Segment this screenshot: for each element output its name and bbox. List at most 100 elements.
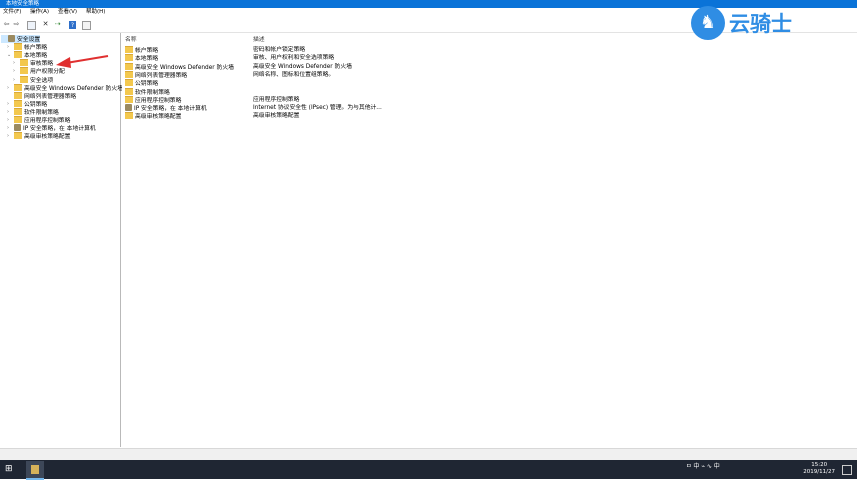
list-item-name: 本地策略 [135,56,159,63]
menu-help[interactable]: 帮助(H) [86,8,105,17]
tree-item[interactable]: › 安全选项 [13,75,54,84]
tree-item[interactable]: › 软件限制策略 [7,107,59,116]
list-item[interactable]: 高级审核策略配置 高级审核策略配置 [122,112,722,120]
list-item-description: 网络名称、图标和位置组策略。 [253,71,335,78]
taskbar: ⊞ ㅁ 中 ⌁ ∿ 中 15:20 2019/11/27 [0,460,857,480]
list-item[interactable]: 网络列表管理器策略 网络名称、图标和位置组策略。 [122,70,722,79]
list-item-name: IP 安全策略，在 本地计算机 [134,106,207,113]
clock-time: 15:20 [811,462,828,468]
notification-icon[interactable] [842,465,852,475]
chevron-right-icon[interactable]: › [13,67,20,75]
watermark-text: 云骑士 [729,12,792,36]
folder-icon [20,59,28,67]
tree-item[interactable]: › 审核策略 [13,59,53,67]
details-pane: 名称 描述 帐户策略 密码和帐户锁定策略 本地策略 审核、用户权利和安全选项策略 高级安… [122,33,857,447]
export-list-icon[interactable]: ⇢ [53,20,62,29]
list-item[interactable]: 本地策略 审核、用户权利和安全选项策略 [122,54,722,62]
taskbar-local-security-policy[interactable] [26,461,44,480]
list-item[interactable]: IP 安全策略，在 本地计算机 Internet 协议安全性 (IPsec) 管理… [122,104,722,112]
folder-icon [14,116,22,123]
list-item[interactable]: 应用程序控制策略 应用程序控制策略 [122,95,722,104]
column-header-description[interactable]: 描述 [253,36,265,44]
security-policy-icon [31,465,39,474]
column-header-name[interactable]: 名称 [125,36,137,44]
folder-icon [14,91,22,99]
tree-item[interactable]: › 高级安全 Windows Defender 防火墙 [7,83,123,92]
forward-icon[interactable]: ⇨ [12,20,21,29]
folder-icon [125,79,133,87]
folder-icon [14,83,22,91]
chevron-down-icon[interactable]: ⌄ [7,51,14,59]
list-item-description: 高级审核策略配置 [253,113,300,120]
menu-view[interactable]: 查看(V) [58,8,77,17]
list-item-name: 网络列表管理器策略 [135,72,188,79]
list-item-name: 高级审核策略配置 [135,114,182,121]
list-item-name: 软件限制策略 [135,89,170,96]
tree-item-label: 安全设置 [17,37,41,43]
list-item-description: 高级安全 Windows Defender 防火墙 [253,63,352,70]
chevron-right-icon[interactable]: › [7,108,14,116]
policy-icon [8,35,15,42]
menu-file[interactable]: 文件(F) [3,8,21,17]
list-item-name: 公钥策略 [135,81,159,88]
back-icon[interactable]: ⇦ [2,20,11,29]
tree-item-label: 审核策略 [30,61,54,68]
watermark: ♞ 云骑士 [691,4,841,44]
list-item[interactable]: 高级安全 Windows Defender 防火墙 高级安全 Windows De… [122,62,722,71]
tree-item-label: 网络列表管理器策略 [24,93,77,100]
help-icon[interactable]: ? [69,21,76,29]
list-item[interactable]: 软件限制策略 [122,87,722,96]
chevron-right-icon[interactable]: › [7,124,14,132]
tree-item[interactable]: › 公钥策略 [7,99,48,108]
list-item-name: 帐户策略 [135,48,159,54]
menu-action[interactable]: 操作(A) [30,8,49,17]
list-item[interactable]: 帐户策略 密码和帐户锁定策略 [122,46,722,54]
list-item-name: 高级安全 Windows Defender 防火墙 [135,64,234,71]
folder-icon [125,62,133,70]
clock[interactable]: 15:20 2019/11/27 [803,462,835,476]
tree-item[interactable]: 安全设置 [1,35,41,43]
tree-item[interactable]: › 用户权限分配 [13,67,65,75]
list-item[interactable]: 公钥策略 [122,79,722,87]
chevron-right-icon[interactable]: › [7,84,14,92]
chevron-right-icon[interactable]: › [13,76,20,84]
tree-item-label: 用户权限分配 [30,69,65,76]
folder-icon [125,70,133,78]
list-item-description: 应用程序控制策略 [253,96,300,103]
list-item-description: Internet 协议安全性 (IPsec) 管理。为与其他计... [253,105,382,112]
delete-icon[interactable]: ✕ [41,20,50,29]
properties-icon[interactable] [82,21,91,30]
chevron-right-icon[interactable]: › [7,43,14,51]
tree-item-label: 软件限制策略 [24,109,59,116]
window-title: 本地安全策略 [6,1,40,7]
console-tree: 安全设置 › 帐户策略 ⌄ 本地策略 › 审核策略 › 用户权限分配 › 安全选项 › 高级安全 Win… [0,33,123,447]
tree-item[interactable]: › 帐户策略 [7,43,47,51]
folder-icon [125,87,133,95]
policy-icon [125,104,132,112]
list-item-description: 密码和帐户锁定策略 [253,47,306,53]
tree-item[interactable]: › IP 安全策略，在 本地计算机 [7,124,96,132]
folder-icon [125,112,133,120]
tree-item[interactable]: ⌄ 本地策略 [7,51,47,59]
console-tree-icon[interactable] [27,21,36,30]
folder-icon [14,51,22,59]
system-tray[interactable]: ㅁ 中 ⌁ ∿ 中 [686,463,720,470]
folder-icon [20,67,28,75]
chevron-right-icon[interactable]: › [7,132,14,140]
clock-date: 2019/11/27 [803,469,835,475]
chevron-right-icon[interactable]: › [7,116,14,124]
folder-icon [14,107,22,115]
folder-icon [14,99,22,107]
tree-item[interactable]: › 高级审核策略配置 [7,132,70,140]
tree-item[interactable]: › 应用程序控制策略 [7,116,70,124]
tree-item-label: 应用程序控制策略 [24,118,71,124]
windows-start-icon[interactable]: ⊞ [5,465,14,474]
tree-item-label: 公钥策略 [24,101,48,108]
tree-item[interactable]: 网络列表管理器策略 [7,91,77,100]
tree-item-label: 安全选项 [30,77,54,84]
folder-icon [125,46,133,53]
tree-item-label: 高级安全 Windows Defender 防火墙 [24,85,123,92]
chevron-right-icon[interactable]: › [13,59,20,67]
chevron-right-icon[interactable]: › [7,100,14,108]
list-item-name: 应用程序控制策略 [135,97,182,104]
